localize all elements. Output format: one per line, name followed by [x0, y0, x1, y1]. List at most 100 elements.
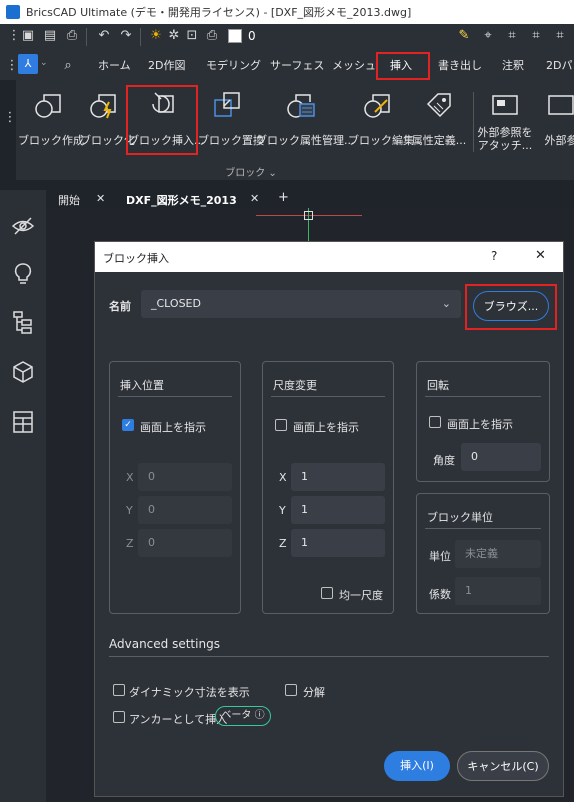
ribbon-group-block[interactable]: ブロック ⌄: [16, 164, 486, 179]
cancel-button[interactable]: キャンセル(C): [457, 751, 549, 781]
scale-y-label: Y: [279, 504, 286, 517]
select-cycle-icon[interactable]: ⌗: [552, 28, 568, 44]
block-unit-panel: ブロック単位 単位 未定義 係数 1: [416, 493, 550, 614]
document-tab-bar: 開始 ✕ DXF_図形メモ_2013 ✕ +: [46, 190, 574, 208]
unit-value: 未定義: [455, 540, 541, 568]
layer-bulb-icon[interactable]: ☀: [148, 28, 164, 44]
insert-block-highlight: [126, 85, 198, 155]
xref-button[interactable]: 外部参: [536, 80, 574, 160]
attach-xref-button[interactable]: 外部参照を アタッチ...: [476, 80, 534, 160]
dialog-header: ブロック挿入 ? ✕: [95, 242, 563, 272]
tab-annotate[interactable]: 注釈: [502, 57, 524, 73]
rotation-title: 回転: [427, 379, 449, 392]
undo-icon[interactable]: ↶: [96, 28, 112, 44]
block-name-select[interactable]: _CLOSED ⌄: [141, 290, 461, 318]
browse-button[interactable]: ブラウズ...: [473, 291, 549, 321]
edit-block-button[interactable]: ブロック編集: [348, 80, 414, 160]
select-icon[interactable]: ⌖: [480, 28, 496, 44]
mechanical-browser-icon[interactable]: [11, 360, 35, 384]
tab-mesh[interactable]: メッシュ: [332, 57, 376, 73]
dialog-close-button[interactable]: ✕: [535, 248, 546, 263]
blockify-label: ブロック化: [80, 134, 135, 147]
layer-dropdown[interactable]: 0: [248, 29, 256, 43]
structure-tree-icon[interactable]: [11, 310, 35, 334]
unit-label: 単位: [429, 550, 451, 563]
create-block-label: ブロック作成: [18, 134, 84, 147]
create-block-button[interactable]: ブロック作成: [18, 80, 84, 160]
dynamic-dims-label: ダイナミック寸法を表示: [129, 686, 250, 699]
insert-block-dialog: ブロック挿入 ? ✕ 名前 _CLOSED ⌄ ブラウズ... 挿入位置 ✓ 画…: [94, 241, 564, 797]
layer-color-swatch[interactable]: [228, 29, 242, 43]
anchor-checkbox[interactable]: [113, 711, 125, 723]
save-icon[interactable]: ▣: [20, 28, 36, 44]
block-name-value: _CLOSED: [151, 297, 201, 310]
eye-hidden-icon[interactable]: [11, 214, 35, 238]
xref-label: 外部参: [544, 134, 574, 147]
dynamic-dims-checkbox[interactable]: [113, 684, 125, 696]
tab-home[interactable]: ホーム: [98, 57, 131, 73]
tab-active-drawing[interactable]: DXF_図形メモ_2013: [126, 192, 237, 208]
dialog-title: ブロック挿入: [103, 252, 169, 265]
insertion-z-label: Z: [126, 537, 134, 550]
app-menu-chevron-icon[interactable]: ⌄: [40, 58, 48, 68]
insertion-x-label: X: [126, 471, 134, 484]
scale-panel: 尺度変更 画面上を指示 X 1 Y 1 Z 1 均一尺度: [262, 361, 394, 614]
advanced-settings-title: Advanced settings: [109, 637, 220, 651]
scale-z-label: Z: [279, 537, 287, 550]
insertion-onscreen-label: 画面上を指示: [140, 421, 206, 434]
ribbon-panel: ⋮ ブロック作成 ブロック化 ブロック挿入... ブロック置換 ブロック属性管理…: [4, 80, 574, 180]
redo-icon[interactable]: ↷: [118, 28, 134, 44]
scale-y-input[interactable]: 1: [291, 496, 385, 524]
tab-start[interactable]: 開始: [58, 192, 80, 208]
tab-2d-drafting[interactable]: 2D作図: [148, 57, 185, 73]
layer-plot-icon[interactable]: ⎙: [204, 28, 220, 44]
select-add-icon[interactable]: ⌗: [504, 28, 520, 44]
tag-icon: [426, 93, 451, 118]
scale-z-input[interactable]: 1: [291, 529, 385, 557]
blockify-button[interactable]: ブロック化: [80, 80, 135, 160]
layer-freeze-icon[interactable]: ✲: [166, 28, 182, 44]
replace-block-button[interactable]: ブロック置換: [198, 80, 264, 160]
left-dock: [0, 190, 46, 802]
rotation-onscreen-label: 画面上を指示: [447, 418, 513, 431]
pickbox: [304, 211, 313, 220]
insertion-y-input[interactable]: 0: [138, 496, 232, 524]
tab-surface[interactable]: サーフェス: [270, 57, 324, 73]
insertion-z-input[interactable]: 0: [138, 529, 232, 557]
explode-label: 分解: [303, 686, 325, 699]
properties-panel-icon[interactable]: [11, 410, 35, 434]
select-remove-icon[interactable]: ⌗: [528, 28, 544, 44]
uniform-scale-checkbox[interactable]: [321, 587, 333, 599]
new-tab-button[interactable]: +: [278, 190, 289, 205]
insertion-x-input[interactable]: 0: [138, 463, 232, 491]
explode-checkbox[interactable]: [285, 684, 297, 696]
saveas-icon[interactable]: ▤: [42, 28, 58, 44]
search-icon[interactable]: ⌕: [60, 58, 76, 74]
scale-title: 尺度変更: [273, 379, 317, 392]
scale-onscreen-checkbox[interactable]: [275, 419, 287, 431]
help-button[interactable]: ?: [491, 249, 497, 263]
app-menu-button[interactable]: ⅄: [18, 54, 38, 74]
plot-icon[interactable]: ⎙: [64, 28, 80, 44]
tab-export[interactable]: 書き出し: [438, 57, 482, 73]
block-attribute-manager-icon: [287, 94, 315, 118]
beta-badge[interactable]: ベータ ⓘ: [215, 706, 271, 726]
lightbulb-icon[interactable]: [11, 262, 35, 286]
block-attribute-manager-button[interactable]: ブロック属性管理...: [256, 80, 355, 160]
rotation-onscreen-checkbox[interactable]: [429, 416, 441, 428]
pick-icon[interactable]: ✎: [456, 28, 472, 44]
replace-block-icon: [214, 92, 240, 117]
tab-2d-param[interactable]: 2Dパ: [546, 57, 572, 73]
factor-label: 係数: [429, 588, 451, 601]
insertion-onscreen-checkbox[interactable]: ✓: [122, 419, 134, 431]
define-attribute-button[interactable]: 属性定義...: [408, 80, 470, 160]
scale-x-input[interactable]: 1: [291, 463, 385, 491]
block-unit-title: ブロック単位: [427, 511, 493, 524]
tab-start-close-icon[interactable]: ✕: [96, 192, 105, 205]
insert-button[interactable]: 挿入(I): [384, 751, 450, 781]
insertion-point-title: 挿入位置: [120, 379, 164, 392]
tab-modeling[interactable]: モデリング: [206, 57, 261, 73]
angle-input[interactable]: 0: [461, 443, 541, 471]
tab-active-close-icon[interactable]: ✕: [250, 192, 259, 205]
layer-lock-icon[interactable]: ⊡: [184, 28, 200, 44]
